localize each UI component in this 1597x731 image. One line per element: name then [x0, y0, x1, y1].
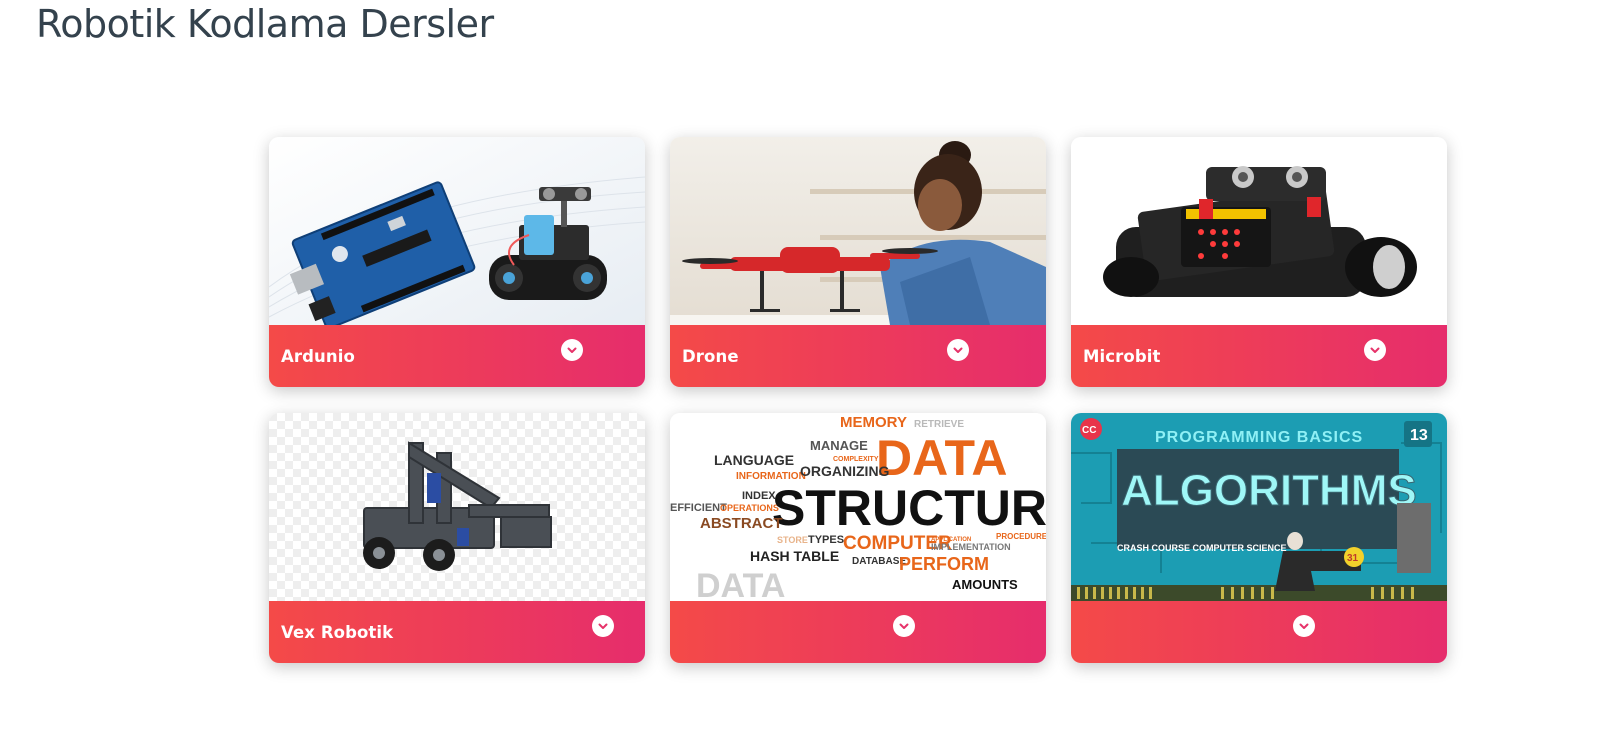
- data-structure-image[interactable]: MEMORY RETRIEVE MANAGE DATA LANGUAGE COM…: [670, 413, 1046, 601]
- word: DATA: [876, 430, 1007, 486]
- data-structure-word-cloud: MEMORY RETRIEVE MANAGE DATA LANGUAGE COM…: [670, 413, 1046, 601]
- word: HASH TABLE: [750, 548, 839, 564]
- card-label: Vex Robotik: [281, 623, 394, 642]
- page-title: Robotik Kodlama Dersler: [36, 2, 494, 46]
- card-footer[interactable]: Vex Robotik: [269, 601, 645, 663]
- course-card-vex-robotik[interactable]: Vex Robotik: [269, 413, 645, 663]
- word: COMPLEXITY: [833, 456, 879, 463]
- course-card-microbit[interactable]: Microbit: [1071, 137, 1447, 387]
- word: IMPLEMENTATION: [931, 542, 1011, 552]
- word: ABSTRACT: [700, 515, 783, 532]
- chevron-down-icon[interactable]: [1293, 615, 1315, 637]
- card-footer[interactable]: Ardunio: [269, 325, 645, 387]
- word: TYPES: [808, 534, 844, 546]
- course-card-data-structure[interactable]: MEMORY RETRIEVE MANAGE DATA LANGUAGE COM…: [670, 413, 1046, 663]
- title-text: ALGORITHMS: [1121, 466, 1417, 515]
- vex-illustration: [269, 413, 645, 601]
- footer-text: CRASH COURSE COMPUTER SCIENCE: [1117, 543, 1287, 553]
- chevron-down-icon[interactable]: [947, 339, 969, 361]
- chevron-down-icon[interactable]: [893, 615, 915, 637]
- word: ORGANIZING: [800, 463, 890, 479]
- arduino-illustration: [269, 137, 645, 325]
- card-label: Drone: [682, 347, 739, 366]
- card-footer[interactable]: [670, 601, 1046, 663]
- word: STORE: [777, 535, 808, 545]
- course-card-drone[interactable]: Drone: [670, 137, 1046, 387]
- vex-image[interactable]: [269, 413, 645, 601]
- chevron-down-icon[interactable]: [592, 615, 614, 637]
- microbit-illustration: [1071, 137, 1447, 325]
- course-grid: Ardunio Drone Microbit Vex Robotik MEMOR…: [269, 137, 1447, 663]
- word: MEMORY: [840, 414, 907, 431]
- course-card-algorithms[interactable]: CC PROGRAMMING BASICS 13 ALGORITHMS CRAS…: [1071, 413, 1447, 663]
- word: OPERATIONS: [720, 503, 779, 513]
- algorithms-illustration: CC PROGRAMMING BASICS 13 ALGORITHMS CRAS…: [1071, 413, 1447, 601]
- algorithms-image[interactable]: CC PROGRAMMING BASICS 13 ALGORITHMS CRAS…: [1071, 413, 1447, 601]
- card-footer[interactable]: [1071, 601, 1447, 663]
- card-label: Microbit: [1083, 347, 1161, 366]
- drone-illustration: [670, 137, 1046, 325]
- word: DATA: [696, 567, 785, 601]
- word: AMOUNTS: [952, 577, 1018, 592]
- arduino-image[interactable]: [269, 137, 645, 325]
- course-card-arduino[interactable]: Ardunio: [269, 137, 645, 387]
- word: PROCEDURES: [996, 532, 1046, 541]
- drone-image[interactable]: [670, 137, 1046, 325]
- card-label: Ardunio: [281, 347, 355, 366]
- subtitle-text: PROGRAMMING BASICS: [1155, 429, 1363, 446]
- chevron-down-icon[interactable]: [561, 339, 583, 361]
- word: STRUCTURE: [772, 480, 1046, 536]
- chevron-down-icon[interactable]: [1364, 339, 1386, 361]
- word: EFFICIENT: [670, 502, 727, 514]
- word: LANGUAGE: [714, 452, 794, 468]
- card-footer[interactable]: Microbit: [1071, 325, 1447, 387]
- episode-text: 13: [1410, 427, 1428, 444]
- card-footer[interactable]: Drone: [670, 325, 1046, 387]
- marker-text: 31: [1347, 553, 1359, 564]
- microbit-image[interactable]: [1071, 137, 1447, 325]
- word: PERFORM: [899, 554, 989, 574]
- word: RETRIEVE: [914, 419, 964, 430]
- word: MANAGE: [810, 438, 868, 453]
- badge-text: CC: [1082, 425, 1096, 436]
